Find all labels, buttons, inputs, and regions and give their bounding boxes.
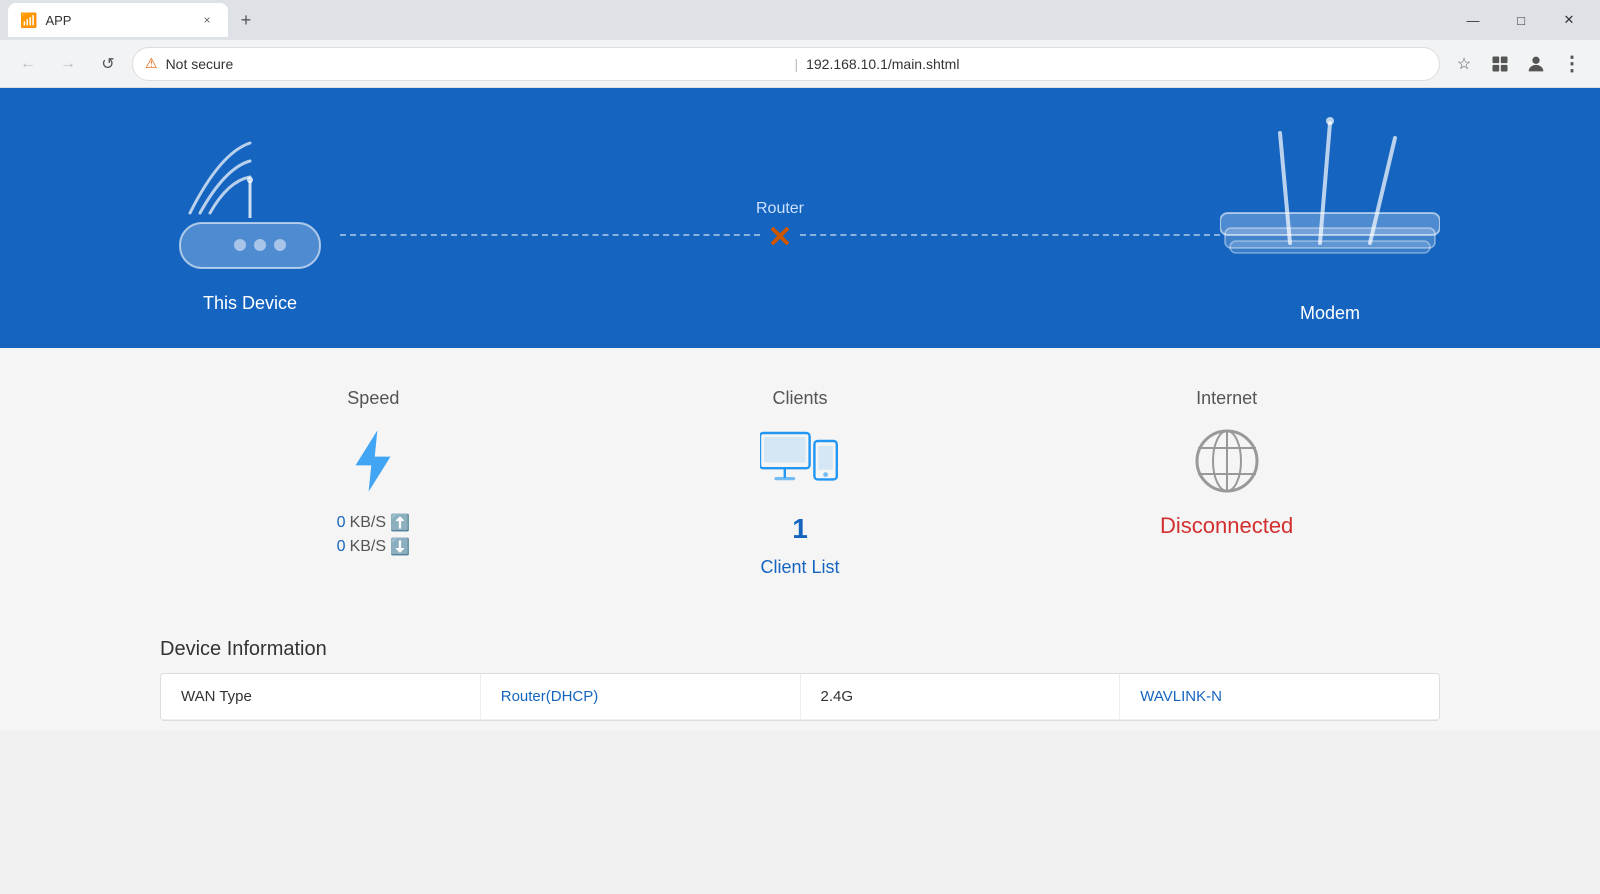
connection-line: ✕ [340,234,1220,236]
ssid-value: WAVLINK-N [1120,674,1439,719]
this-device-section: This Device [160,123,340,314]
tab-title: APP [45,13,190,28]
title-bar: 📶 APP × + — □ ✕ [0,0,1600,40]
new-tab-button[interactable]: + [232,6,260,34]
clients-title: Clients [772,388,827,409]
client-count: 1 [792,513,808,545]
refresh-button[interactable]: ↺ [92,48,124,80]
device-info-title: Device Information [160,638,1440,661]
window-controls: — □ ✕ [1450,5,1592,35]
table-row: WAN Type Router(DHCP) 2.4G WAVLINK-N [161,674,1439,720]
tab-close-button[interactable]: × [198,11,216,29]
internet-icon-area [1187,421,1267,501]
speed-values: 0 KB/S ⬆️ 0 KB/S ⬇️ [337,513,410,557]
address-text: 192.168.10.1/main.shtml [806,56,1427,72]
disconnected-status: Disconnected [1160,513,1293,539]
wan-type-label: WAN Type [161,674,481,719]
router-label: Router [756,200,804,218]
modem-section: Modem [1220,113,1440,324]
speed-title: Speed [347,388,399,409]
clients-icon-area [760,421,840,501]
modem-label: Modem [1300,303,1360,324]
download-unit: KB/S [350,538,386,556]
globe-icon [1192,426,1262,496]
this-device-illustration [160,123,340,283]
download-arrow-icon: ⬇️ [390,537,410,557]
left-dashed-line [340,234,760,236]
security-warning-icon: ⚠ [145,55,158,72]
upload-arrow-icon: ⬆️ [390,513,410,533]
clients-card: Clients 1 Client List [700,388,900,578]
upload-unit: KB/S [350,514,386,532]
right-dashed-line [800,234,1220,236]
upload-value: 0 [337,514,346,532]
address-bar[interactable]: ⚠ Not secure | 192.168.10.1/main.shtml [132,47,1440,81]
forward-button[interactable]: → [52,48,84,80]
maximize-button[interactable]: □ [1498,5,1544,35]
nav-bar: ← → ↺ ⚠ Not secure | 192.168.10.1/main.s… [0,40,1600,88]
device-info-section: Device Information WAN Type Router(DHCP)… [0,618,1600,731]
menu-button[interactable]: ⋮ [1556,48,1588,80]
content-area: This Device Router ✕ [0,88,1600,731]
device-info-table: WAN Type Router(DHCP) 2.4G WAVLINK-N [160,673,1440,721]
wifi-tab-icon: 📶 [20,12,37,29]
browser-nav-icons: ☆ ⋮ [1448,48,1588,80]
lightning-icon [343,426,403,496]
x-mark-icon: ✕ [767,220,792,255]
bookmark-button[interactable]: ☆ [1448,48,1480,80]
download-value: 0 [337,538,346,556]
not-secure-label: Not secure [166,56,787,72]
wan-type-value: Router(DHCP) [481,674,801,719]
this-device-label: This Device [203,293,297,314]
download-speed-row: 0 KB/S ⬇️ [337,537,410,557]
clients-icon [760,426,840,496]
hero-banner: This Device Router ✕ [0,88,1600,348]
profile-icon [1525,53,1547,75]
client-list-link[interactable]: Client List [760,557,839,578]
back-button[interactable]: ← [12,48,44,80]
minimize-button[interactable]: — [1450,5,1496,35]
modem-illustration [1220,113,1440,293]
connection-section: Router ✕ [340,200,1220,236]
internet-title: Internet [1196,388,1257,409]
close-button[interactable]: ✕ [1546,5,1592,35]
speed-icon-area [333,421,413,501]
profile-button[interactable] [1520,48,1552,80]
extensions-icon [1490,54,1510,74]
stats-section: Speed 0 KB/S ⬆️ 0 KB/S ⬇️ [0,348,1600,618]
address-separator: | [794,56,798,72]
extension-button[interactable] [1484,48,1516,80]
band-label: 2.4G [801,674,1121,719]
internet-card: Internet Disconnected [1127,388,1327,578]
browser-tab[interactable]: 📶 APP × [8,3,228,37]
upload-speed-row: 0 KB/S ⬆️ [337,513,410,533]
speed-card: Speed 0 KB/S ⬆️ 0 KB/S ⬇️ [273,388,473,578]
